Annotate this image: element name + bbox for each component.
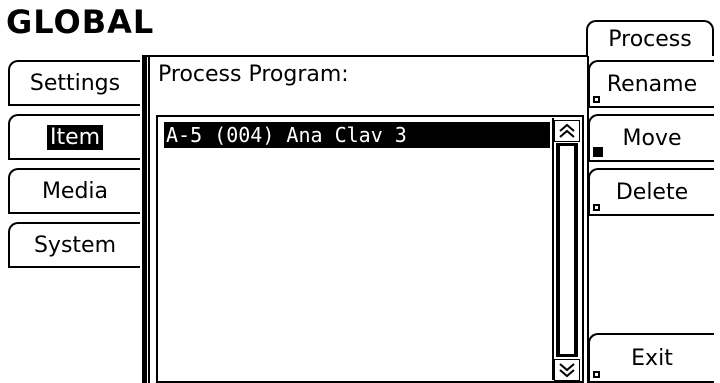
tab-item[interactable]: Item <box>8 114 140 160</box>
rename-label: Rename <box>606 71 698 97</box>
delete-label: Delete <box>615 179 689 205</box>
scroll-thumb[interactable] <box>556 143 578 357</box>
double-down-arrow-icon <box>559 363 575 378</box>
process-program-label: Process Program: <box>158 62 349 87</box>
tab-settings-label: Settings <box>29 70 121 96</box>
scroll-up-icon[interactable] <box>554 120 580 142</box>
tab-item-label: Item <box>46 124 104 150</box>
corner-square-icon <box>593 204 600 211</box>
program-list[interactable] <box>156 115 584 383</box>
move-label: Move <box>622 125 682 151</box>
move-button[interactable]: Move <box>588 114 714 162</box>
list-item[interactable]: A-5 (004) Ana Clav 3 <box>164 122 550 148</box>
double-up-arrow-icon <box>559 123 575 138</box>
tab-process[interactable]: Process <box>586 20 714 56</box>
exit-label: Exit <box>631 345 673 371</box>
tab-system-label: System <box>33 232 117 258</box>
delete-button[interactable]: Delete <box>588 168 714 216</box>
corner-square-icon <box>593 96 600 103</box>
tab-system[interactable]: System <box>8 222 140 268</box>
tab-media-label: Media <box>41 178 109 204</box>
tab-media[interactable]: Media <box>8 168 140 214</box>
page-title: GLOBAL <box>6 3 155 41</box>
corner-square-icon <box>593 371 600 378</box>
rename-button[interactable]: Rename <box>588 60 714 108</box>
tab-settings[interactable]: Settings <box>8 60 140 106</box>
scroll-down-icon[interactable] <box>554 359 580 381</box>
corner-triangle-icon <box>593 147 603 157</box>
exit-button[interactable]: Exit <box>588 333 714 383</box>
